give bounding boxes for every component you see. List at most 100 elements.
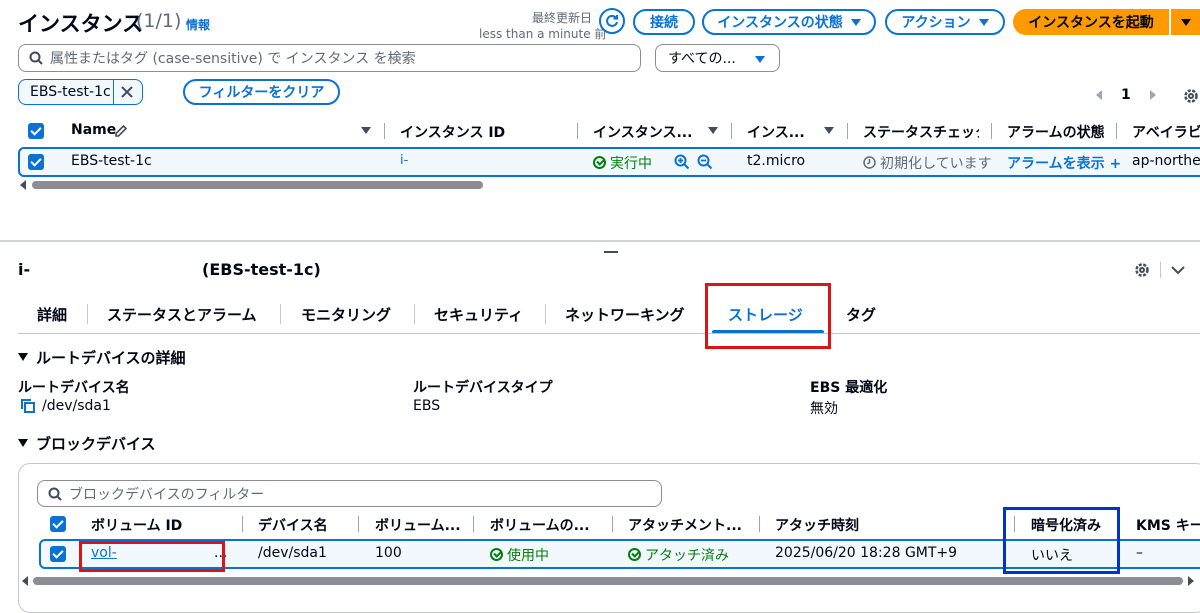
connect-button[interactable]: 接続 [633,9,695,35]
tab-monitoring[interactable]: モニタリング [301,304,391,325]
row-checkbox[interactable] [50,546,66,562]
state-label: 実行中 [610,156,652,172]
settings-icon[interactable] [1133,261,1151,283]
clear-filters-label: フィルターをクリア [198,85,325,101]
search-icon [29,51,43,65]
col-instance-state[interactable]: インスタンス... [593,122,693,142]
collapse-panel-divider [1160,262,1161,278]
col-device-name[interactable]: デバイス名 [258,515,328,535]
chevron-down-icon [850,18,861,26]
attachment-status-label: アタッチ済み [645,548,729,564]
launch-dropdown-button[interactable] [1171,9,1200,35]
block-devices-title: ブロックデバイス [36,435,156,453]
status-check: 初期化しています [863,153,992,173]
col-instance-type[interactable]: インス... [747,122,807,142]
search-placeholder: 属性またはタグ (case-sensitive) で インスタンス を検索 [50,51,416,67]
col-availability-zone[interactable]: アベイラビ [1132,122,1200,142]
col-divider [473,516,474,532]
col-divider [242,516,243,532]
col-kms-key[interactable]: KMS キー [1136,515,1200,535]
refresh-icon [606,14,618,27]
zoom-out-icon[interactable] [697,154,713,170]
instance-state-select[interactable]: すべての... [655,44,780,72]
info-link[interactable]: 情報 [186,16,210,33]
root-device-section-header[interactable]: ルートデバイスの詳細 [18,347,186,368]
volume-id-highlight [79,541,225,572]
close-icon[interactable] [118,83,136,105]
col-instance-id[interactable]: インスタンス ID [400,122,505,142]
col-volume-id[interactable]: ボリューム ID [91,515,182,535]
device-name: /dev/sda1 [258,545,327,561]
tab-divider [545,304,546,324]
availability-zone: ap-northea [1132,153,1200,169]
add-alarm-icon[interactable]: + [1109,156,1121,172]
view-alarms-label: アラームを表示 [1007,156,1105,172]
instance-id-link[interactable]: i- [400,153,408,168]
tab-divider [280,304,281,324]
filter-token-divider [113,80,114,104]
block-devices-section-header[interactable]: ブロックデバイス [18,433,156,454]
sort-icon[interactable] [361,127,371,134]
block-device-filter-input[interactable]: ブロックデバイスのフィルター [37,480,662,507]
tab-divider [87,304,88,324]
clock-icon [863,156,876,169]
scroll-right-icon[interactable] [1188,576,1194,586]
ebs-optimized-label: EBS 最適化 [810,380,888,396]
col-volume-state[interactable]: ボリュームの... [490,515,602,535]
instance-state-button[interactable]: インスタンスの状態 [702,9,876,35]
col-divider [847,123,848,139]
col-volume-size[interactable]: ボリューム... [375,515,465,535]
prev-page-icon[interactable] [1096,90,1102,100]
col-status-check[interactable]: ステータスチェック [863,122,979,142]
launch-instance-button[interactable]: インスタンスを起動 [1013,9,1169,35]
view-alarms-link[interactable]: アラームを表示 + [1007,153,1121,173]
col-attachment-status[interactable]: アタッチメント... [628,515,743,535]
horizontal-scrollbar[interactable] [33,577,1183,585]
filter-token-label: EBS-test-1c [30,84,111,100]
resize-handle[interactable] [604,251,618,253]
col-divider [358,516,359,532]
attach-time: 2025/06/20 18:28 GMT+9 [775,545,958,561]
clear-filters-button[interactable]: フィルターをクリア [183,79,340,105]
copy-icon[interactable] [20,398,36,414]
detail-instance-prefix: i- [18,260,31,279]
page-number[interactable]: 1 [1121,87,1131,103]
tab-details[interactable]: 詳細 [37,304,67,325]
chevron-down-icon[interactable] [1170,264,1186,276]
instance-type: t2.micro [747,153,806,169]
col-alarm-status[interactable]: アラームの状態 [1007,122,1105,142]
horizontal-scrollbar[interactable] [32,181,483,189]
volume-state-label: 使用中 [507,548,549,564]
select-all-checkbox[interactable] [50,516,66,532]
state-select-value: すべての... [668,51,736,67]
caret-down-icon [755,56,765,63]
page-title: インスタンス [18,12,144,36]
next-page-icon[interactable] [1150,90,1156,100]
kms-key: – [1136,545,1143,561]
row-checkbox[interactable] [28,154,44,170]
ebs-optimized-value: 無効 [810,401,838,417]
zoom-in-icon[interactable] [674,154,690,170]
tab-networking[interactable]: ネットワーキング [565,304,685,325]
settings-icon[interactable] [1182,87,1200,109]
storage-tab-highlight [705,283,831,349]
chevron-down-icon [1180,18,1191,26]
tab-security[interactable]: セキュリティ [434,304,523,325]
col-divider [991,123,992,139]
col-name[interactable]: Name [71,122,116,138]
col-attach-time[interactable]: アタッチ時刻 [775,515,859,535]
tab-tags[interactable]: タグ [846,304,876,325]
select-all-checkbox[interactable] [28,123,44,139]
success-icon [490,548,503,561]
sort-icon[interactable] [824,127,834,134]
scroll-left-icon[interactable] [22,576,28,586]
refresh-button[interactable] [599,8,625,34]
scroll-left-icon[interactable] [20,180,26,190]
actions-button[interactable]: アクション [885,9,1005,35]
search-input[interactable]: 属性またはタグ (case-sensitive) で インスタンス を検索 [18,44,641,72]
attachment-status: アタッチ済み [628,545,729,565]
sort-icon[interactable] [708,127,718,134]
col-divider [384,123,385,139]
tab-status-alarms[interactable]: ステータスとアラーム [107,304,257,325]
edit-icon [115,124,128,137]
